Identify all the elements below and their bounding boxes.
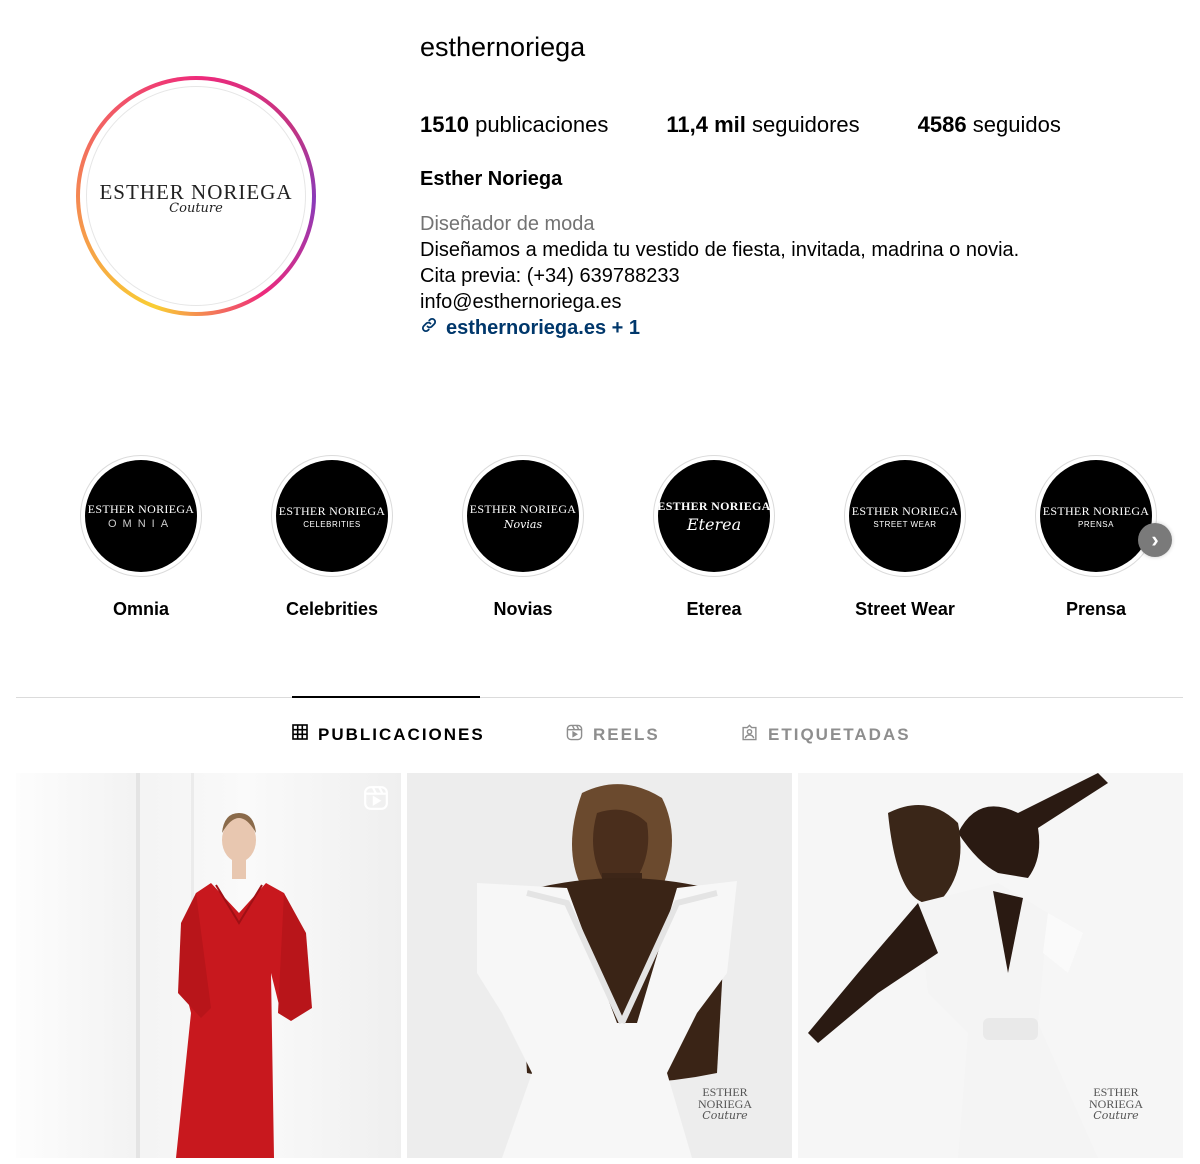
bio-line: Cita previa: (+34) 639788233 — [420, 265, 680, 287]
highlight-street-wear[interactable]: ESTHER NORIEGA STREET WEAR Street Wear — [844, 455, 966, 620]
profile-link[interactable]: esthernoriega.es + 1 — [420, 315, 1019, 341]
bio-line: info@esthernoriega.es — [420, 291, 622, 313]
stat-posts: 1510 publicaciones — [420, 112, 609, 137]
link-icon — [420, 315, 446, 341]
profile-link-text: esthernoriega.es + 1 — [446, 317, 640, 339]
highlight-label: Celebrities — [285, 599, 379, 619]
highlight-cover: ESTHER NORIEGA STREET WEAR — [849, 460, 961, 572]
highlight-label: Eterea — [686, 599, 742, 619]
profile-tabs: PUBLICACIONES REELS ETIQUETADAS — [0, 724, 1200, 750]
profile-username: esthernoriega — [420, 32, 586, 62]
avatar-logo: ESTHER NORIEGA Couture — [86, 86, 306, 306]
profile-bio: Diseñador de moda Diseñamos a medida tu … — [420, 211, 1019, 341]
highlight-cover: ESTHER NORIEGA CELEBRITIES — [276, 460, 388, 572]
highlight-cover: ESTHER NORIEGA PRENSA — [1040, 460, 1152, 572]
reel-badge-icon — [363, 785, 389, 816]
highlight-cover: ESTHER NORIEGA Eterea — [657, 460, 770, 572]
highlight-celebrities[interactable]: ESTHER NORIEGA CELEBRITIES Celebrities — [271, 455, 393, 620]
highlight-omnia[interactable]: ESTHER NORIEGA OMNIA Omnia — [80, 455, 202, 620]
profile-full-name: Esther Noriega — [420, 168, 563, 190]
avatar-logo-sub: Couture — [169, 201, 223, 216]
post-tile[interactable]: ESTHER NORIEGA Couture — [407, 773, 792, 1158]
post-tile[interactable]: ESTHER NORIEGA Couture — [798, 773, 1183, 1158]
highlight-label: Novias — [493, 599, 553, 619]
highlight-eterea[interactable]: ESTHER NORIEGA Eterea Eterea — [653, 455, 775, 620]
highlight-novias[interactable]: ESTHER NORIEGA Novias Novias — [462, 455, 584, 620]
bio-line: Diseñamos a medida tu vestido de fiesta,… — [420, 239, 1020, 261]
posts-grid: ESTHER NORIEGA Couture ESTHER NORIEGA Co… — [16, 773, 1183, 1158]
tagged-icon — [741, 724, 768, 746]
highlight-cover: ESTHER NORIEGA Novias — [467, 460, 579, 572]
grid-icon — [292, 724, 318, 745]
highlight-cover: ESTHER NORIEGA OMNIA — [85, 460, 197, 572]
tab-reels[interactable]: REELS — [566, 724, 660, 746]
brand-watermark: ESTHER NORIEGA Couture — [698, 1085, 752, 1122]
profile-avatar[interactable]: ESTHER NORIEGA Couture — [76, 76, 316, 316]
highlight-label: Omnia — [112, 599, 169, 619]
profile-stats: 1510 publicaciones 11,4 mil seguidores 4… — [420, 112, 1119, 138]
reels-icon — [566, 724, 593, 746]
stat-following[interactable]: 4586 seguidos — [918, 112, 1061, 138]
highlight-label: Street Wear — [855, 599, 955, 619]
profile-category: Diseñador de moda — [420, 213, 595, 235]
stat-followers[interactable]: 11,4 mil seguidores — [666, 112, 859, 138]
tab-etiquetadas[interactable]: ETIQUETADAS — [741, 724, 911, 746]
tab-publicaciones[interactable]: PUBLICACIONES — [292, 724, 485, 745]
chevron-right-icon: › — [1151, 527, 1159, 552]
active-tab-indicator — [292, 696, 480, 698]
brand-watermark: ESTHER NORIEGA Couture — [1089, 1085, 1143, 1122]
post-tile[interactable] — [16, 773, 401, 1158]
tabs-divider — [16, 697, 1183, 698]
post-photo-red-dress — [136, 773, 312, 1158]
story-highlights: ESTHER NORIEGA OMNIA Omnia ESTHER NORIEG… — [80, 455, 1180, 625]
highlight-label: Prensa — [1065, 599, 1127, 619]
highlights-next-button[interactable]: › — [1138, 523, 1172, 557]
